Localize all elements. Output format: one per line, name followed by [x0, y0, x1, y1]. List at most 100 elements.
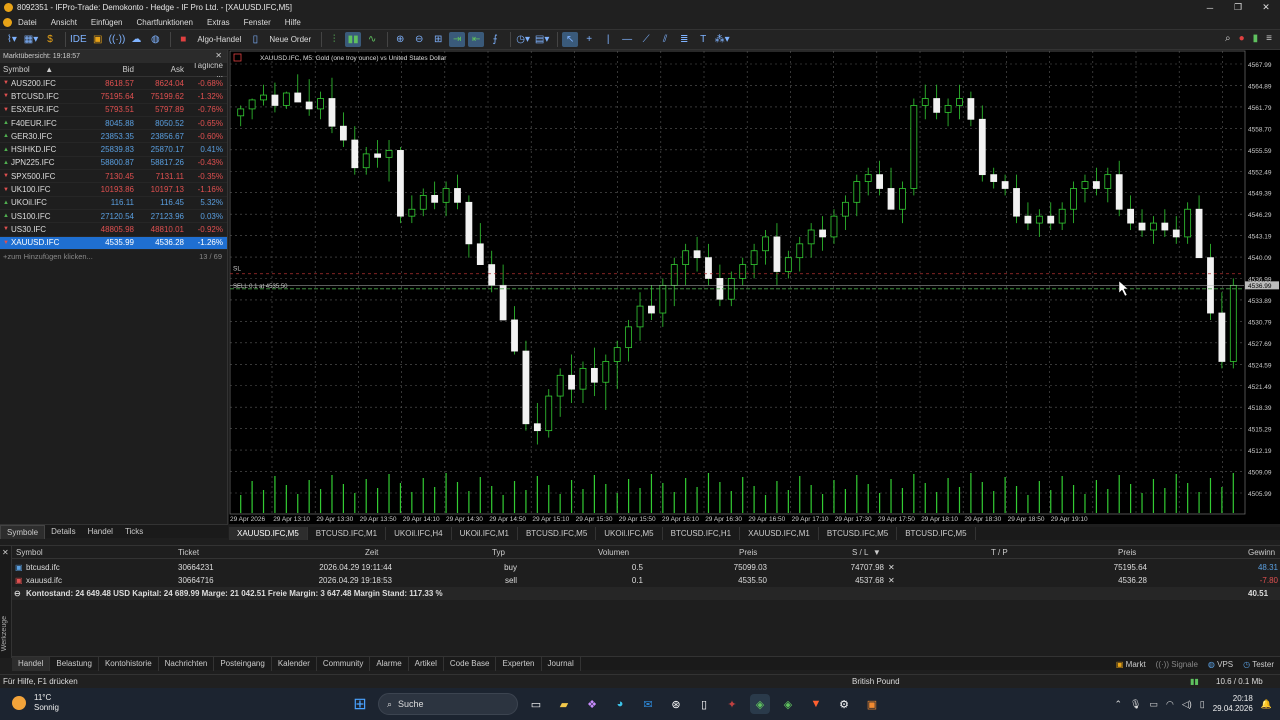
price-chart[interactable]: 4567.99 4564.89 4561.79 4558.70 4555.59 4552.… — [229, 50, 1280, 524]
candlestick-icon[interactable]: ▮▮ — [345, 32, 362, 47]
clock[interactable]: 20:18 29.04.2026 — [1213, 694, 1253, 714]
col-current-price[interactable]: Preis — [1118, 546, 1136, 559]
chart-tab[interactable]: XAUUSD.IFC,M1 — [740, 527, 819, 540]
market-watch-row[interactable]: ▼ XAUUSD.IFC 4535.99 4536.28 -1.26% — [0, 236, 227, 250]
close-icon[interactable]: ✕ — [2, 548, 9, 557]
market-watch-row[interactable]: ▲ F40EUR.IFC 8045.88 8050.52 -0.65% — [0, 117, 227, 131]
start-icon[interactable]: ⊞ — [350, 694, 370, 714]
tile-windows-icon[interactable]: ⊞ — [430, 32, 446, 47]
autoscroll-icon[interactable]: ⇥ — [449, 32, 466, 47]
algo-trading-icon[interactable]: ■ — [175, 32, 191, 47]
line-chart-icon[interactable]: ∿ — [364, 32, 380, 47]
market-link[interactable]: ▣ Markt — [1116, 660, 1146, 669]
brave-icon[interactable]: ▼ — [806, 694, 826, 714]
equidistant-channel-icon[interactable]: ⫽ — [657, 32, 673, 47]
minimize-button[interactable]: ─ — [1196, 0, 1224, 15]
column-symbol[interactable]: Symbol ▲ — [0, 65, 82, 74]
menu-file[interactable]: Datei — [18, 18, 37, 27]
menu-tools[interactable]: Extras — [207, 18, 230, 27]
tab-alerts[interactable]: Alarme — [370, 656, 409, 671]
tab-exposure[interactable]: Belastung — [50, 656, 99, 671]
market-watch-row[interactable]: ▲ US100.IFC 27120.54 27123.96 0.03% — [0, 210, 227, 224]
trendline-icon[interactable]: ⟋ — [638, 32, 654, 47]
cursor-icon[interactable]: ↖ — [562, 32, 579, 47]
menu-charts[interactable]: Chartfunktionen — [137, 18, 193, 27]
tester-link[interactable]: ◷ Tester — [1243, 660, 1274, 669]
tab-trade[interactable]: Handel — [12, 656, 51, 671]
monitor-icon[interactable]: ▭ — [1149, 699, 1158, 710]
tab-mailbox[interactable]: Posteingang — [214, 656, 272, 671]
fibonacci-icon[interactable]: ≣ — [676, 32, 692, 47]
weather-widget[interactable]: 11°C Sonnig — [12, 693, 59, 713]
market-watch-row[interactable]: ▲ UKOil.IFC 116.11 116.45 5.32% — [0, 197, 227, 210]
market-watch-row[interactable]: ▼ AUS200.IFC 8618.57 8624.04 -0.68% — [0, 77, 227, 91]
chevron-up-icon[interactable]: ⌃ — [1115, 699, 1123, 710]
close-icon[interactable]: ✕ — [215, 51, 222, 60]
search-icon[interactable]: ⌕ — [1225, 33, 1231, 44]
market-watch-row[interactable]: ▼ US30.IFC 48805.98 48810.01 -0.92% — [0, 223, 227, 237]
col-ticket[interactable]: Ticket — [178, 546, 199, 559]
chart-canvas[interactable]: 4567.99 4564.89 4561.79 4558.70 4555.59 4552.… — [229, 50, 1280, 524]
column-ask[interactable]: Ask — [134, 65, 184, 74]
text-tool-icon[interactable]: T — [695, 32, 711, 47]
signals-link[interactable]: ((·)) Signale — [1156, 660, 1198, 669]
bar-chart-icon[interactable]: ⫶ — [326, 32, 342, 47]
col-type[interactable]: Typ — [492, 546, 505, 559]
vps-link[interactable]: ◍ VPS — [1208, 660, 1233, 669]
chart-tab[interactable]: UKOil.IFC,H4 — [386, 527, 452, 540]
col-time[interactable]: Zeit — [365, 546, 378, 559]
edge-icon[interactable]: ◕ — [610, 694, 630, 714]
tab-community[interactable]: Community — [317, 656, 371, 671]
file-explorer-icon[interactable]: ▰ — [554, 694, 574, 714]
menu-icon[interactable]: ≡ — [1266, 33, 1272, 44]
volume-icon[interactable]: ◁) — [1182, 699, 1192, 710]
app-icon-2[interactable]: ✦ — [722, 694, 742, 714]
shapes-icon[interactable]: ⁂▾ — [714, 32, 730, 47]
menu-app-icon[interactable] — [3, 17, 12, 27]
new-chart-icon[interactable]: ⌇▾ — [4, 32, 20, 47]
task-view-icon[interactable]: ▭ — [526, 694, 546, 714]
tab-experts[interactable]: Experten — [496, 656, 542, 671]
close-icon[interactable]: ✕ — [888, 574, 895, 587]
zoom-in-icon[interactable]: ⊕ — [392, 32, 408, 47]
menu-help[interactable]: Hilfe — [285, 18, 301, 27]
maximize-button[interactable]: ❐ — [1224, 0, 1252, 15]
account-icon[interactable]: $ — [42, 32, 58, 47]
market-icon[interactable]: ▣ — [90, 32, 106, 47]
ide-icon[interactable]: IDE — [70, 32, 87, 47]
algo-trading-button[interactable]: Algo-Handel — [194, 32, 244, 47]
outlook-icon[interactable]: ✉ — [638, 694, 658, 714]
chart-tab[interactable]: BTCUSD.IFC,M5 — [819, 527, 898, 540]
app-icon-3[interactable]: ▣ — [862, 694, 882, 714]
settings-icon[interactable]: ⚙ — [834, 694, 854, 714]
notifications-icon[interactable]: ● — [1239, 33, 1245, 44]
tab-symbols[interactable]: Symbole — [0, 524, 46, 539]
position-row[interactable]: ▣ xauusd.ifc 30664716 2026.04.29 19:18:53 se… — [12, 574, 1280, 587]
crosshair-icon[interactable]: + — [581, 32, 597, 47]
wifi-icon[interactable]: ◠ — [1166, 699, 1174, 710]
microphone-icon[interactable]: 🎙 — [1130, 699, 1141, 710]
close-button[interactable]: ✕ — [1252, 0, 1280, 15]
metatrader-icon-2[interactable]: ◈ — [778, 694, 798, 714]
chart-tab[interactable]: BTCUSD.IFC,H1 — [663, 527, 741, 540]
tab-history[interactable]: Kontohistorie — [99, 656, 159, 671]
add-symbol-row[interactable]: + zum Hinzufügen klicken... 13 / 69 — [0, 250, 227, 263]
tab-journal[interactable]: Journal — [542, 656, 581, 671]
new-order-icon[interactable]: ▯ — [247, 32, 263, 47]
chart-tab[interactable]: BTCUSD.IFC,M5 — [518, 527, 597, 540]
chart-tab[interactable]: XAUUSD.IFC,M5 — [229, 527, 308, 540]
tab-ticks[interactable]: Ticks — [119, 525, 149, 539]
tab-news[interactable]: Nachrichten — [159, 656, 215, 671]
copilot-icon[interactable]: ❖ — [582, 694, 602, 714]
metatrader-icon[interactable]: ◈ — [750, 694, 770, 714]
zoom-out-icon[interactable]: ⊖ — [411, 32, 427, 47]
position-row[interactable]: ▣ btcusd.ifc 30664231 2026.04.29 19:11:44 bu… — [12, 561, 1280, 574]
tab-articles[interactable]: Artikel — [409, 656, 444, 671]
notification-icon[interactable]: 🔔 — [1261, 699, 1272, 710]
col-symbol[interactable]: Symbol — [16, 546, 43, 559]
battery-icon[interactable]: ▯ — [1200, 699, 1205, 710]
menu-window[interactable]: Fenster — [244, 18, 271, 27]
column-change[interactable]: Tägliche ... — [184, 61, 226, 79]
col-tp[interactable]: T / P — [991, 546, 1008, 559]
chart-tab[interactable]: UKOil.IFC,M1 — [452, 527, 518, 540]
